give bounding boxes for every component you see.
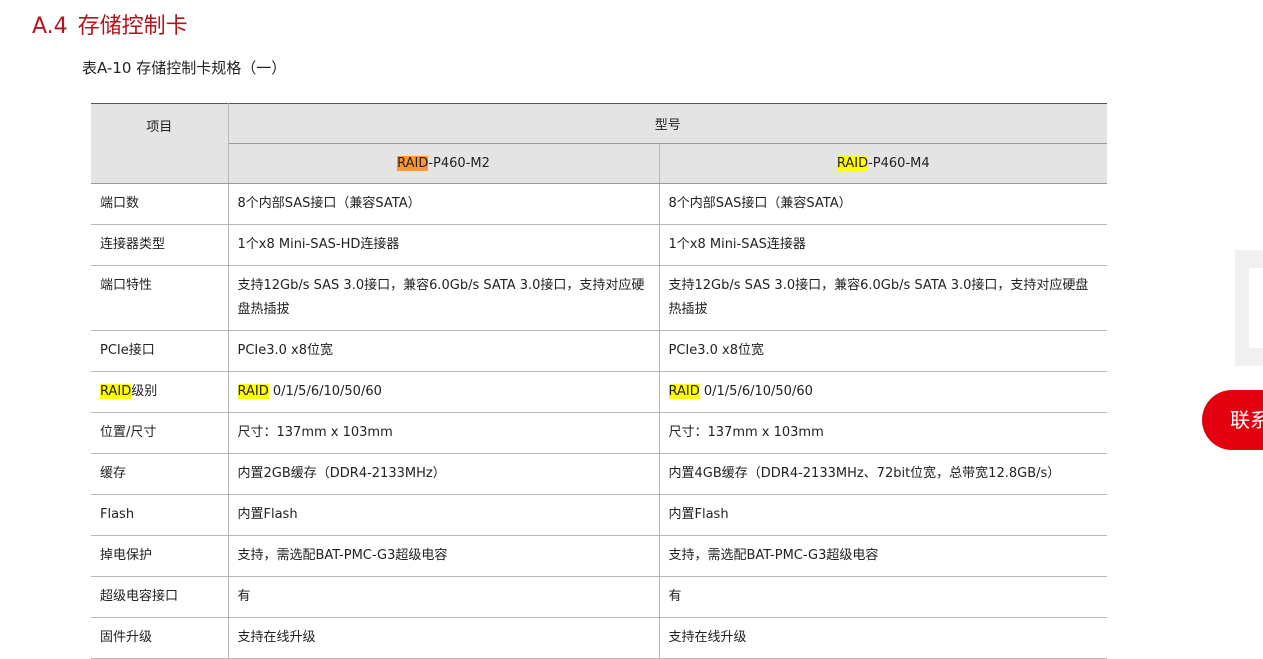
row-value-m4: PCIe3.0 x8位宽 [659,330,1108,372]
header-item: 项目 [91,103,229,184]
table-row: 端口特性 支持12Gb/s SAS 3.0接口，兼容6.0Gb/s SATA 3… [91,265,1108,331]
row-label: RAID级别 [91,371,229,413]
table-row: 掉电保护 支持，需选配BAT-PMC-G3超级电容 支持，需选配BAT-PMC-… [91,535,1108,577]
table-row: Flash 内置Flash 内置Flash [91,494,1108,536]
table-row: 端口数 8个内部SAS接口（兼容SATA） 8个内部SAS接口（兼容SATA） [91,183,1108,225]
row-value-m4: 支持，需选配BAT-PMC-G3超级电容 [659,535,1108,577]
row-value-rest: 0/1/5/6/10/50/60 [268,384,382,399]
row-label: 缓存 [91,453,229,495]
table-row: 缓存 内置2GB缓存（DDR4-2133MHz） 内置4GB缓存（DDR4-21… [91,453,1108,495]
row-value-m2: 8个内部SAS接口（兼容SATA） [228,183,660,225]
table-row: 位置/尺寸 尺寸：137mm x 103mm 尺寸：137mm x 103mm [91,412,1108,454]
row-value-m2: 支持12Gb/s SAS 3.0接口，兼容6.0Gb/s SATA 3.0接口，… [228,265,660,331]
row-label: 连接器类型 [91,224,229,266]
row-value-m4: RAID 0/1/5/6/10/50/60 [659,371,1108,413]
table-caption: 表A-10 存储控制卡规格（一） [82,59,287,77]
row-value-m2: 内置2GB缓存（DDR4-2133MHz） [228,453,660,495]
table-row: 超级电容接口 有 有 [91,576,1108,618]
row-value-m4: 8个内部SAS接口（兼容SATA） [659,183,1108,225]
row-value-m2: 尺寸：137mm x 103mm [228,412,660,454]
table-row: 固件升级 支持在线升级 支持在线升级 [91,617,1108,659]
row-label: 掉电保护 [91,535,229,577]
model-2-prefix: RAID [836,156,869,171]
row-value-m4: 有 [659,576,1108,618]
row-value-m4: 支持在线升级 [659,617,1108,659]
section-title: 存储控制卡 [77,14,188,39]
table-row: PCIe接口 PCIe3.0 x8位宽 PCIe3.0 x8位宽 [91,330,1108,372]
row-value-m2: 内置Flash [228,494,660,536]
section-heading: A.4 存储控制卡 [32,8,188,40]
row-value-m4: 1个x8 Mini-SAS连接器 [659,224,1108,266]
model-1-suffix: -P460-M2 [428,156,490,171]
model-2-suffix: -P460-M4 [868,156,930,171]
raid-highlight: RAID [237,384,269,399]
row-value-m2: PCIe3.0 x8位宽 [228,330,660,372]
header-model: 型号 [228,103,1108,144]
table-row: RAID级别 RAID 0/1/5/6/10/50/60 RAID 0/1/5/… [91,371,1108,413]
row-value-m4: 支持12Gb/s SAS 3.0接口，兼容6.0Gb/s SATA 3.0接口，… [659,265,1108,331]
spec-table: 项目 型号 RAID-P460-M2 RAID-P460-M4 端口数 8个内部… [91,103,1108,659]
header-model-1: RAID-P460-M2 [228,143,660,184]
row-label: 端口数 [91,183,229,225]
row-label: PCIe接口 [91,330,229,372]
model-1-prefix: RAID [397,156,429,171]
section-number: A.4 [32,14,68,39]
row-value-m2: RAID 0/1/5/6/10/50/60 [228,371,660,413]
row-value-m2: 支持，需选配BAT-PMC-G3超级电容 [228,535,660,577]
row-value-m2: 1个x8 Mini-SAS-HD连接器 [228,224,660,266]
side-float-panel[interactable] [1235,250,1263,366]
row-label: 端口特性 [91,265,229,331]
row-value-m2: 支持在线升级 [228,617,660,659]
row-value-m4: 内置Flash [659,494,1108,536]
row-label: 位置/尺寸 [91,412,229,454]
row-label-rest: 级别 [131,384,158,399]
row-label: 固件升级 [91,617,229,659]
raid-highlight: RAID [100,384,132,399]
row-value-rest: 0/1/5/6/10/50/60 [699,384,813,399]
raid-highlight: RAID [668,384,700,399]
header-model-2: RAID-P460-M4 [659,143,1108,184]
side-panel-inner [1249,268,1263,348]
contact-button[interactable]: 联系 [1202,390,1263,450]
table-row: 连接器类型 1个x8 Mini-SAS-HD连接器 1个x8 Mini-SAS连… [91,224,1108,266]
row-value-m2: 有 [228,576,660,618]
row-value-m4: 尺寸：137mm x 103mm [659,412,1108,454]
row-label: 超级电容接口 [91,576,229,618]
row-label: Flash [91,494,229,536]
row-value-m4: 内置4GB缓存（DDR4-2133MHz、72bit位宽，总带宽12.8GB/s… [659,453,1108,495]
